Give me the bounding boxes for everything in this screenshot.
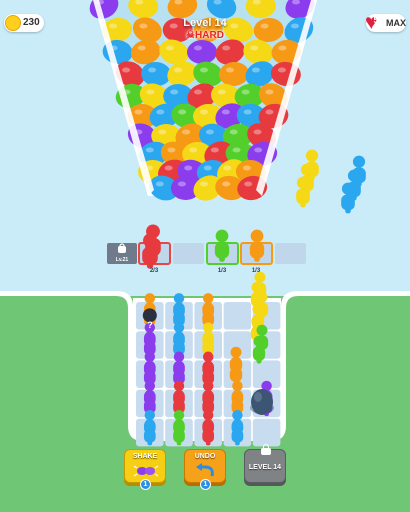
shake-button[interactable]: SHAKE 1 — [124, 449, 166, 490]
board-figure — [173, 418, 185, 446]
coin-counter: 230 — [4, 14, 44, 32]
walking-figure-yellow — [296, 176, 310, 208]
lives-status: MAX — [386, 18, 406, 28]
slot-empty[interactable] — [173, 243, 204, 264]
board-cell[interactable] — [252, 418, 281, 447]
shake-label: SHAKE — [132, 453, 158, 460]
lives-counter[interactable]: ♥ 5 MAX — [365, 12, 406, 33]
slot-figure-red — [142, 233, 158, 269]
undo-arrow-icon — [196, 463, 214, 477]
coin-icon — [5, 15, 21, 31]
undo-label: UNDO — [194, 453, 216, 460]
lives-count: 5 — [373, 15, 379, 25]
queue-slots: Lv.21 — [107, 242, 306, 265]
board-cell[interactable] — [223, 302, 252, 330]
board-figure — [231, 418, 244, 446]
board-figure — [202, 418, 215, 446]
shake-count-badge: 1 — [140, 479, 151, 490]
shake-icon — [133, 465, 159, 477]
slot-red-count: 2/3 — [150, 268, 159, 274]
difficulty-text: HARD — [195, 30, 224, 41]
coin-amount: 230 — [23, 17, 40, 28]
level-button[interactable]: LEVEL 14 — [244, 444, 286, 483]
board-figure — [143, 418, 156, 446]
board-figure-green — [252, 335, 266, 364]
hidden-figure-marker: ? — [147, 320, 153, 330]
level-title: Level 14 — [183, 17, 227, 29]
slot-empty-2[interactable] — [275, 243, 306, 264]
slot-figure-green — [214, 229, 230, 262]
level-button-label: LEVEL 14 — [248, 464, 282, 471]
lock-icon — [118, 246, 126, 253]
walking-figure-blue — [341, 182, 355, 214]
game-screen: Lv.21 2/3 1/3 1/3 ? 230 ♥ 5 MAX Level 14… — [0, 0, 410, 512]
difficulty-label: ☠HARD — [150, 30, 260, 41]
slot-figure-orange — [249, 229, 265, 262]
slot-green-count: 1/3 — [218, 268, 227, 274]
game-scene: Lv.21 2/3 1/3 1/3 ? — [0, 0, 410, 512]
board-figure-orange — [229, 356, 243, 385]
undo-button[interactable]: UNDO 1 — [184, 449, 226, 490]
skull-icon: ☠ — [186, 30, 196, 41]
slot-level-label: Lv.21 — [116, 257, 129, 263]
lock-icon — [261, 444, 271, 455]
undo-count-badge: 1 — [200, 479, 211, 490]
